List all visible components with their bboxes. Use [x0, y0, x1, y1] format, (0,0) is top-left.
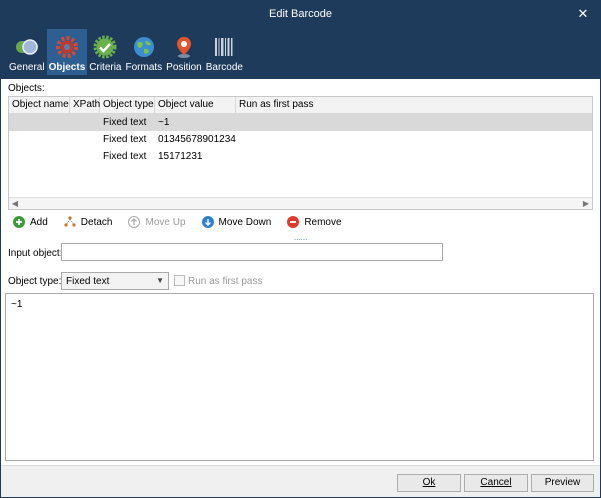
- table-row[interactable]: Fixed text 0134567890123457: [9, 131, 592, 148]
- column-object-name[interactable]: Object name: [9, 97, 70, 113]
- tab-bar: General Objects Criteria Formats Positio…: [7, 29, 245, 75]
- tab-formats[interactable]: Formats: [124, 29, 165, 75]
- detach-button[interactable]: Detach: [64, 216, 113, 228]
- arrow-up-icon: [128, 216, 141, 228]
- move-down-label: Move Down: [218, 216, 272, 228]
- run-first-pass-label: Run as first pass: [188, 276, 263, 287]
- object-value-editor[interactable]: ~1: [5, 293, 594, 461]
- cell-object-name: [9, 131, 70, 148]
- cancel-label: Cancel: [480, 477, 512, 488]
- close-icon: ✕: [577, 6, 589, 21]
- cell-object-name: [9, 148, 70, 165]
- tab-label: General: [9, 62, 45, 73]
- dialog-title: Edit Barcode: [269, 8, 332, 20]
- barcode-icon: [215, 38, 233, 56]
- arrow-down-icon: [201, 216, 214, 228]
- tab-position[interactable]: Position: [164, 29, 204, 75]
- object-type-value: Fixed text: [66, 276, 110, 287]
- title-bar: Edit Barcode ✕ General Objects Criteria …: [1, 1, 600, 79]
- toggle-icon: [15, 39, 38, 55]
- move-up-button[interactable]: Move Up: [128, 216, 186, 228]
- remove-button[interactable]: Remove: [287, 216, 342, 228]
- cell-object-type: Fixed text: [103, 151, 147, 162]
- horizontal-scrollbar[interactable]: ◀ ▶: [9, 197, 592, 209]
- cell-object-type: Fixed text: [103, 134, 147, 145]
- tab-label: Formats: [125, 62, 163, 73]
- tab-label: Objects: [48, 62, 86, 73]
- tab-criteria[interactable]: Criteria: [87, 29, 123, 75]
- detach-icon: [64, 216, 76, 228]
- plus-icon: [13, 216, 25, 228]
- cell-run-first-pass: [236, 148, 592, 165]
- preview-button[interactable]: Preview: [531, 474, 594, 492]
- cell-object-value: 0134567890123457: [158, 134, 236, 145]
- column-run-first-pass[interactable]: Run as first pass: [236, 97, 592, 113]
- tab-general[interactable]: General: [7, 29, 47, 75]
- object-type-label: Object type:: [8, 276, 62, 287]
- cell-object-name: [9, 114, 70, 131]
- cell-xpath: [70, 114, 100, 131]
- table-row[interactable]: Fixed text 15171231: [9, 148, 592, 165]
- close-button[interactable]: ✕: [572, 4, 594, 24]
- dialog-footer: Ok Cancel Preview: [1, 465, 600, 497]
- gear-icon: [55, 36, 78, 58]
- objects-label: Objects:: [8, 83, 45, 94]
- cancel-button[interactable]: Cancel: [464, 474, 528, 492]
- splitter-handle[interactable]: ......: [294, 233, 307, 242]
- ok-button[interactable]: Ok: [397, 474, 461, 492]
- minus-icon: [287, 216, 300, 228]
- tab-barcode[interactable]: Barcode: [204, 29, 245, 75]
- column-xpath[interactable]: XPath: [70, 97, 100, 113]
- cell-object-type: Fixed text: [103, 117, 147, 128]
- remove-label: Remove: [304, 216, 342, 228]
- location-pin-icon: [176, 37, 191, 58]
- preview-label: Preview: [544, 477, 581, 488]
- edit-barcode-dialog: Edit Barcode ✕ General Objects Criteria …: [0, 0, 601, 498]
- cell-run-first-pass: [236, 131, 592, 148]
- scroll-left-icon[interactable]: ◀: [9, 198, 21, 209]
- globe-icon: [133, 37, 154, 57]
- tab-objects[interactable]: Objects: [46, 29, 88, 75]
- input-object-field[interactable]: [61, 243, 443, 261]
- move-down-button[interactable]: Move Down: [201, 216, 272, 228]
- column-object-value[interactable]: Object value: [155, 97, 236, 113]
- object-type-select[interactable]: Fixed text ▼: [61, 272, 169, 290]
- move-up-label: Move Up: [145, 216, 186, 228]
- table-row[interactable]: Fixed text ~1: [9, 114, 592, 131]
- ok-label: Ok: [422, 477, 436, 488]
- check-badge-icon: [93, 35, 117, 59]
- column-object-type[interactable]: Object type: [100, 97, 155, 113]
- cell-run-first-pass: [236, 114, 592, 131]
- grid-header: Object name XPath Object type Object val…: [9, 97, 592, 114]
- cell-object-value: ~1: [158, 117, 170, 128]
- cell-xpath: [70, 131, 100, 148]
- add-button[interactable]: Add: [13, 216, 48, 228]
- input-object-label: Input object:: [8, 248, 63, 259]
- chevron-down-icon: ▼: [156, 276, 164, 285]
- scroll-right-icon[interactable]: ▶: [580, 198, 592, 209]
- objects-toolbar: Add Detach Move Up Move Down Remove: [13, 212, 358, 232]
- objects-grid[interactable]: Object name XPath Object type Object val…: [8, 96, 593, 210]
- detach-label: Detach: [80, 216, 113, 228]
- tab-label: Criteria: [89, 62, 122, 73]
- add-label: Add: [30, 216, 48, 228]
- tab-label: Position: [166, 62, 202, 73]
- cell-xpath: [70, 148, 100, 165]
- cell-object-value: 15171231: [158, 151, 203, 162]
- run-first-pass-checkbox[interactable]: [174, 275, 185, 286]
- tab-label: Barcode: [205, 62, 243, 73]
- objects-panel: Objects: Object name XPath Object type O…: [1, 79, 600, 465]
